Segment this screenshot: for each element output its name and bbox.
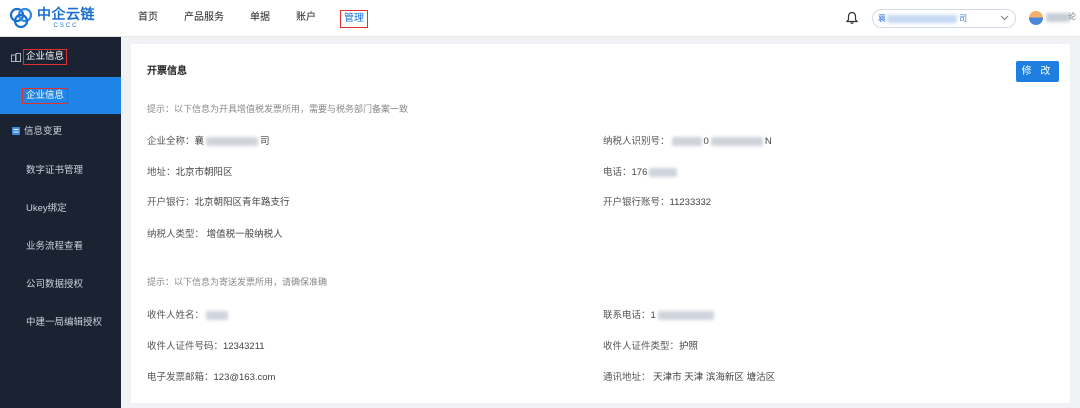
email-field: 电子发票邮箱：123@163.com (147, 369, 275, 383)
email-label: 电子发票邮箱： (147, 372, 214, 383)
sidebar-item-label: 信息变更 (24, 126, 63, 137)
phone-prefix: 176 (631, 167, 648, 178)
redacted-tax-id (671, 136, 702, 146)
nav-home[interactable]: 首页 (136, 10, 160, 28)
phone-field: 电话：176 (603, 164, 679, 178)
contact-phone-prefix: 1 (650, 310, 656, 321)
address-field: 地址：北京市朝阳区 (147, 164, 233, 178)
company-name-field: 企业全称：襄 司 (147, 133, 270, 147)
bank-value: 北京朝阳区青年路支行 (194, 197, 290, 208)
redacted-tax-id (710, 136, 763, 146)
sidebar-item-enterprise-info[interactable]: 企业信息 (0, 77, 121, 114)
id-number-label: 收件人证件号码： (147, 341, 224, 352)
company-select-prefix: 襄 (878, 14, 886, 23)
taxpayer-type-field: 纳税人类型： 增值税一般纳税人 (147, 226, 283, 240)
account-field: 开户银行账号：11233332 (603, 194, 711, 208)
recipient-name-field: 收件人姓名： (147, 307, 230, 321)
address-value: 北京市朝阳区 (175, 167, 233, 178)
top-bar: 中企云链 CSCC 首页 产品服务 单据 账户 管理 襄 司 论 (0, 0, 1080, 37)
sidebar-item-label: 数字证书管理 (26, 165, 84, 176)
company-select-suffix: 司 (959, 14, 967, 23)
sidebar: 企业信息 企业信息 信息变更 数字证书管理 Ukey绑定 业务流程查看 公司数据… (0, 37, 121, 408)
sidebar-item-label: 中建一局编辑授权 (26, 317, 103, 328)
sidebar-item-digital-certificate[interactable]: 数字证书管理 (0, 153, 121, 191)
mail-address-field: 通讯地址： 天津市 天津 滨海新区 塘沽区 (603, 369, 775, 383)
nav-products[interactable]: 产品服务 (182, 10, 226, 28)
mail-address-label: 通讯地址： (603, 372, 651, 383)
nav-accounts[interactable]: 账户 (294, 10, 318, 28)
sidebar-group-label: 企业信息 (23, 49, 68, 65)
redacted-recipient-name (206, 310, 229, 320)
tax-id-label: 纳税人识别号： (603, 136, 670, 147)
invoice-hint: 提示：以下信息为开具增值税发票所用，需要与税务部门备案一致 (147, 104, 409, 114)
redacted-phone (649, 167, 678, 177)
sidebar-item-workflow-view[interactable]: 业务流程查看 (0, 229, 121, 267)
sidebar-group-enterprise[interactable]: 企业信息 (0, 37, 121, 77)
company-name-prefix: 襄 (194, 136, 205, 147)
contact-phone-label: 联系电话： (603, 310, 651, 321)
sidebar-item-label: 业务流程查看 (26, 241, 84, 252)
tax-id-field: 纳税人识别号： 0 N (603, 133, 772, 147)
company-select[interactable]: 襄 司 (872, 9, 1016, 28)
sidebar-item-edit-authorization[interactable]: 中建一局编辑授权 (0, 305, 121, 343)
edit-button[interactable]: 修 改 (1016, 61, 1059, 82)
list-icon (12, 127, 20, 135)
id-type-label: 收件人证件类型： (603, 341, 680, 352)
redacted-user-name (1046, 13, 1070, 22)
redacted-company-name (887, 15, 957, 23)
tax-id-mid: 0 (703, 136, 709, 147)
building-icon (11, 53, 21, 62)
sidebar-item-data-authorization[interactable]: 公司数据授权 (0, 267, 121, 305)
redacted-company-name (206, 136, 259, 146)
phone-label: 电话： (603, 167, 632, 178)
email-value: 123@163.com (213, 372, 276, 383)
bell-icon[interactable] (845, 11, 859, 25)
id-number-value: 12343211 (223, 341, 265, 352)
chevron-down-icon (1000, 15, 1009, 21)
user-name-tail[interactable]: 论 (1068, 11, 1076, 22)
address-label: 地址： (147, 167, 176, 178)
cloud-logo-icon (9, 7, 33, 28)
section-title: 开票信息 (147, 66, 187, 77)
account-value: 11233332 (669, 197, 712, 208)
mail-address-value: 天津市 天津 滨海新区 塘沽区 (653, 372, 776, 383)
bank-label: 开户银行： (147, 197, 195, 208)
redacted-contact-phone (657, 310, 714, 320)
sidebar-item-label: 公司数据授权 (26, 279, 84, 290)
id-type-field: 收件人证件类型：护照 (603, 338, 698, 352)
mailing-hint: 提示：以下信息为寄送发票所用，请确保准确 (147, 277, 328, 287)
sidebar-item-ukey-binding[interactable]: Ukey绑定 (0, 191, 121, 229)
recipient-name-label: 收件人姓名： (147, 310, 205, 321)
company-name-suffix: 司 (260, 136, 270, 147)
sidebar-item-info-change[interactable]: 信息变更 (0, 114, 121, 152)
brand-logo[interactable]: 中企云链 CSCC (8, 6, 95, 32)
tax-id-suffix: N (764, 136, 772, 147)
sidebar-item-label: 企业信息 (22, 88, 69, 104)
invoice-info-card: 开票信息 修 改 提示：以下信息为开具增值税发票所用，需要与税务部门备案一致 企… (131, 44, 1070, 403)
company-name-label: 企业全称： (147, 136, 195, 147)
brand-subtitle: CSCC (53, 23, 79, 29)
avatar[interactable] (1029, 11, 1043, 25)
bank-field: 开户银行：北京朝阳区青年路支行 (147, 194, 290, 208)
taxpayer-type-label: 纳税人类型： (147, 229, 205, 240)
id-number-field: 收件人证件号码：12343211 (147, 338, 265, 352)
id-type-value: 护照 (679, 341, 699, 352)
nav-documents[interactable]: 单据 (248, 10, 272, 28)
nav-management[interactable]: 管理 (340, 10, 368, 28)
contact-phone-field: 联系电话：1 (603, 307, 716, 321)
taxpayer-type-value: 增值税一般纳税人 (206, 229, 283, 240)
top-navigation: 首页 产品服务 单据 账户 管理 (136, 10, 390, 28)
sidebar-item-label: Ukey绑定 (26, 203, 67, 214)
brand-name: 中企云链 (37, 6, 95, 22)
account-label: 开户银行账号： (603, 197, 670, 208)
